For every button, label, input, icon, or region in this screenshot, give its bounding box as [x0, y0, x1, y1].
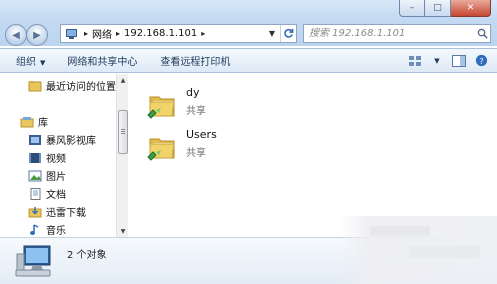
breadcrumb-separator-icon: ▸: [84, 29, 89, 38]
view-tools: ▼ ?: [407, 53, 489, 68]
back-button[interactable]: ◀: [5, 24, 27, 46]
close-icon: ✕: [466, 3, 475, 13]
nav-item-download[interactable]: 迅雷下载: [28, 204, 86, 219]
share-name: dy: [186, 86, 200, 99]
forward-arrow-icon: ▶: [33, 29, 41, 41]
svg-text:?: ?: [479, 56, 483, 66]
network-share-center-button[interactable]: 网络和共享中心: [67, 53, 137, 68]
share-type: 共享: [186, 106, 206, 117]
navigation-buttons: ◀ ▶: [5, 24, 53, 46]
chevron-down-icon: ▼: [434, 56, 440, 65]
breadcrumb-host[interactable]: 192.168.1.101: [124, 28, 197, 39]
close-button[interactable]: ✕: [451, 0, 491, 17]
help-icon: ?: [475, 54, 487, 67]
minimize-button[interactable]: –: [399, 0, 425, 17]
share-name: Users: [186, 128, 217, 141]
nav-item-label: 音乐: [46, 226, 66, 237]
scrollbar-thumb[interactable]: [118, 110, 128, 154]
window-header: – □ ✕ ◀ ▶ ▸ 网络 ▸ 192.168.1.101 ▸ ▼: [0, 0, 497, 46]
nav-item-label: 最近访问的位置: [46, 82, 116, 93]
navigation-scrollbar[interactable]: ▲ ▼: [116, 74, 128, 237]
library-icon: [20, 116, 34, 128]
nav-item-label: 视频: [46, 154, 66, 165]
view-remote-printers-button[interactable]: 查看远程打印机: [160, 53, 230, 68]
maximize-icon: □: [433, 3, 442, 13]
breadcrumb-network[interactable]: 网络: [92, 26, 112, 41]
shared-folder-item[interactable]: Users 共享: [141, 128, 261, 168]
nav-item-recent-places[interactable]: 最近访问的位置: [28, 78, 116, 93]
breadcrumb-separator-icon[interactable]: ▸: [201, 29, 205, 38]
nav-item-label: 文档: [46, 190, 66, 201]
shared-folder-icon: [147, 138, 175, 161]
music-icon: [28, 223, 42, 236]
nav-item-video-library[interactable]: 暴风影视库: [28, 132, 96, 147]
shared-folder-icon: [147, 96, 175, 119]
refresh-button[interactable]: [280, 25, 296, 42]
command-bar: 组织 ▼ 网络和共享中心 查看远程打印机 ▼ ?: [0, 48, 497, 73]
file-list: dy 共享 Users 共享: [129, 74, 497, 237]
documents-icon: [28, 187, 42, 200]
object-count: 2 个对象: [67, 250, 107, 261]
preview-pane-icon: [452, 54, 466, 67]
change-view-button[interactable]: [407, 53, 423, 68]
computer-icon: [15, 245, 51, 277]
video-library-icon: [28, 134, 42, 146]
preview-pane-button[interactable]: [451, 53, 467, 68]
videos-icon: [28, 152, 42, 164]
network-computer-icon: [64, 28, 80, 40]
help-button[interactable]: ?: [473, 53, 489, 68]
maximize-button[interactable]: □: [425, 0, 451, 17]
nav-item-label: 库: [38, 118, 48, 129]
organize-label: 组织: [16, 57, 36, 68]
chevron-down-icon: ▼: [40, 59, 46, 67]
minimize-icon: –: [409, 3, 415, 13]
pictures-icon: [28, 170, 42, 182]
nav-item-documents[interactable]: 文档: [28, 186, 66, 201]
refresh-icon: [284, 28, 294, 38]
nav-item-library[interactable]: 库: [20, 114, 48, 129]
window-caption-buttons: – □ ✕: [399, 0, 491, 17]
search-box[interactable]: [303, 24, 491, 43]
share-type: 共享: [186, 148, 206, 159]
navigation-pane: 最近访问的位置 库 暴风影视库 视频 图片 文档 迅雷下载 音乐: [0, 74, 116, 237]
address-bar[interactable]: ▸ 网络 ▸ 192.168.1.101 ▸ ▼: [60, 24, 297, 43]
view-dropdown-button[interactable]: ▼: [429, 53, 445, 68]
organize-menu[interactable]: 组织 ▼: [16, 53, 45, 68]
address-history-dropdown[interactable]: ▼: [266, 25, 278, 42]
nav-item-videos[interactable]: 视频: [28, 150, 66, 165]
scroll-down-button[interactable]: ▼: [117, 225, 129, 237]
shared-folder-item[interactable]: dy 共享: [141, 86, 261, 126]
download-icon: [28, 206, 42, 218]
scroll-up-button[interactable]: ▲: [117, 74, 129, 86]
back-arrow-icon: ◀: [12, 29, 20, 41]
nav-item-pictures[interactable]: 图片: [28, 168, 66, 183]
view-options-icon: [409, 55, 421, 66]
nav-item-label: 图片: [46, 172, 66, 183]
breadcrumb-separator-icon[interactable]: ▸: [116, 29, 120, 38]
forward-button[interactable]: ▶: [26, 24, 48, 46]
nav-item-music[interactable]: 音乐: [28, 222, 66, 237]
nav-item-label: 暴风影视库: [46, 136, 96, 147]
search-input[interactable]: [304, 25, 474, 42]
recent-places-icon: [28, 80, 42, 92]
nav-item-label: 迅雷下载: [46, 208, 86, 219]
search-icon[interactable]: [474, 26, 490, 42]
watermark-blur: [340, 216, 497, 284]
